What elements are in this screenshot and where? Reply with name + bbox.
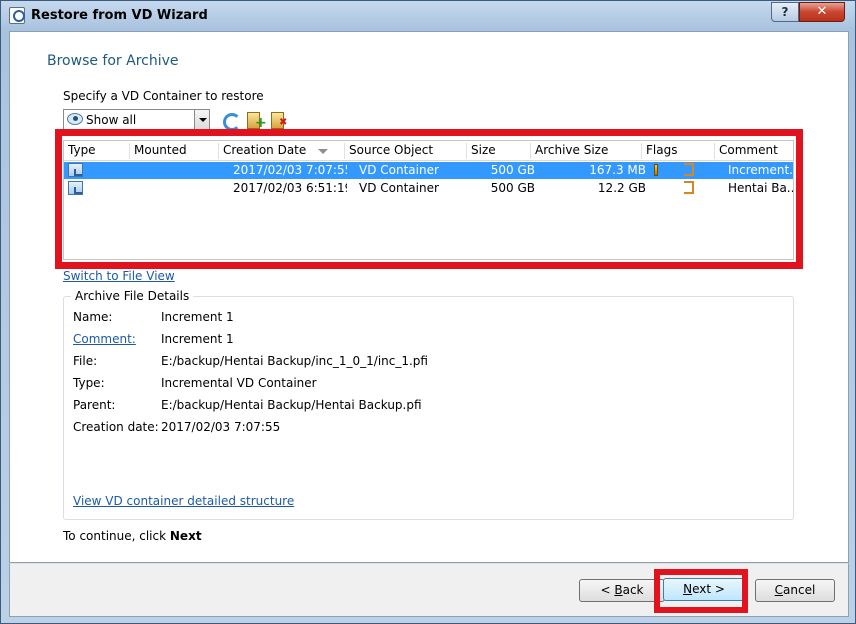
button-bar: < Back Next > Cancel (9, 563, 849, 617)
back-button-arrow: < (600, 583, 615, 597)
specify-label: Specify a VD Container to restore (63, 89, 264, 103)
wizard-page: Browse for Archive Specify a VD Containe… (9, 31, 849, 563)
wizard-window: Restore from VD Wizard ? ✕ Browse for Ar… (0, 0, 856, 624)
cancel-button-text: ancel (783, 583, 816, 597)
parent-label: Parent: (73, 398, 116, 412)
cancel-button-accel: C (774, 583, 784, 597)
refresh-icon[interactable] (221, 111, 241, 131)
comment-value: Increment 1 (161, 332, 234, 346)
app-icon (9, 7, 25, 24)
type-label: Type: (73, 376, 105, 390)
continue-instruction: To continue, click Next (63, 529, 202, 543)
next-highlight-frame (654, 569, 748, 613)
filter-value: Show all (86, 113, 137, 127)
delete-archive-icon[interactable] (270, 111, 288, 129)
name-label: Name: (73, 310, 113, 324)
parent-value: E:/backup/Hentai Backup/Hentai Backup.pf… (161, 398, 422, 412)
eye-icon (67, 113, 83, 125)
creation-date-value: 2017/02/03 7:07:55 (161, 420, 281, 434)
filter-dropdown[interactable]: Show all (63, 109, 210, 130)
creation-date-label: Creation date: (73, 420, 159, 434)
highlight-frame (55, 129, 803, 269)
name-value: Increment 1 (161, 310, 234, 324)
close-button[interactable]: ✕ (799, 2, 845, 22)
add-archive-icon[interactable] (246, 111, 267, 131)
file-value: E:/backup/Hentai Backup/inc_1_0_1/inc_1.… (161, 354, 428, 368)
continue-next-word: Next (169, 529, 202, 543)
details-legend: Archive File Details (71, 289, 194, 303)
back-button-text: ack (622, 583, 644, 597)
type-value: Incremental VD Container (161, 376, 317, 390)
page-title: Browse for Archive (47, 53, 179, 69)
back-button[interactable]: < Back (579, 579, 665, 602)
window-title: Restore from VD Wizard (31, 8, 208, 23)
help-button[interactable]: ? (771, 2, 799, 22)
cancel-button[interactable]: Cancel (755, 579, 835, 602)
back-button-accel: B (614, 583, 623, 597)
view-structure-link[interactable]: View VD container detailed structure (73, 494, 294, 508)
continue-prefix: To continue, click (63, 529, 170, 543)
title-bar[interactable]: Restore from VD Wizard ? ✕ (1, 1, 855, 31)
switch-to-file-view-link[interactable]: Switch to File View (63, 269, 175, 283)
comment-link[interactable]: Comment: (73, 332, 136, 346)
file-label: File: (73, 354, 98, 368)
chevron-down-icon[interactable] (194, 110, 209, 129)
